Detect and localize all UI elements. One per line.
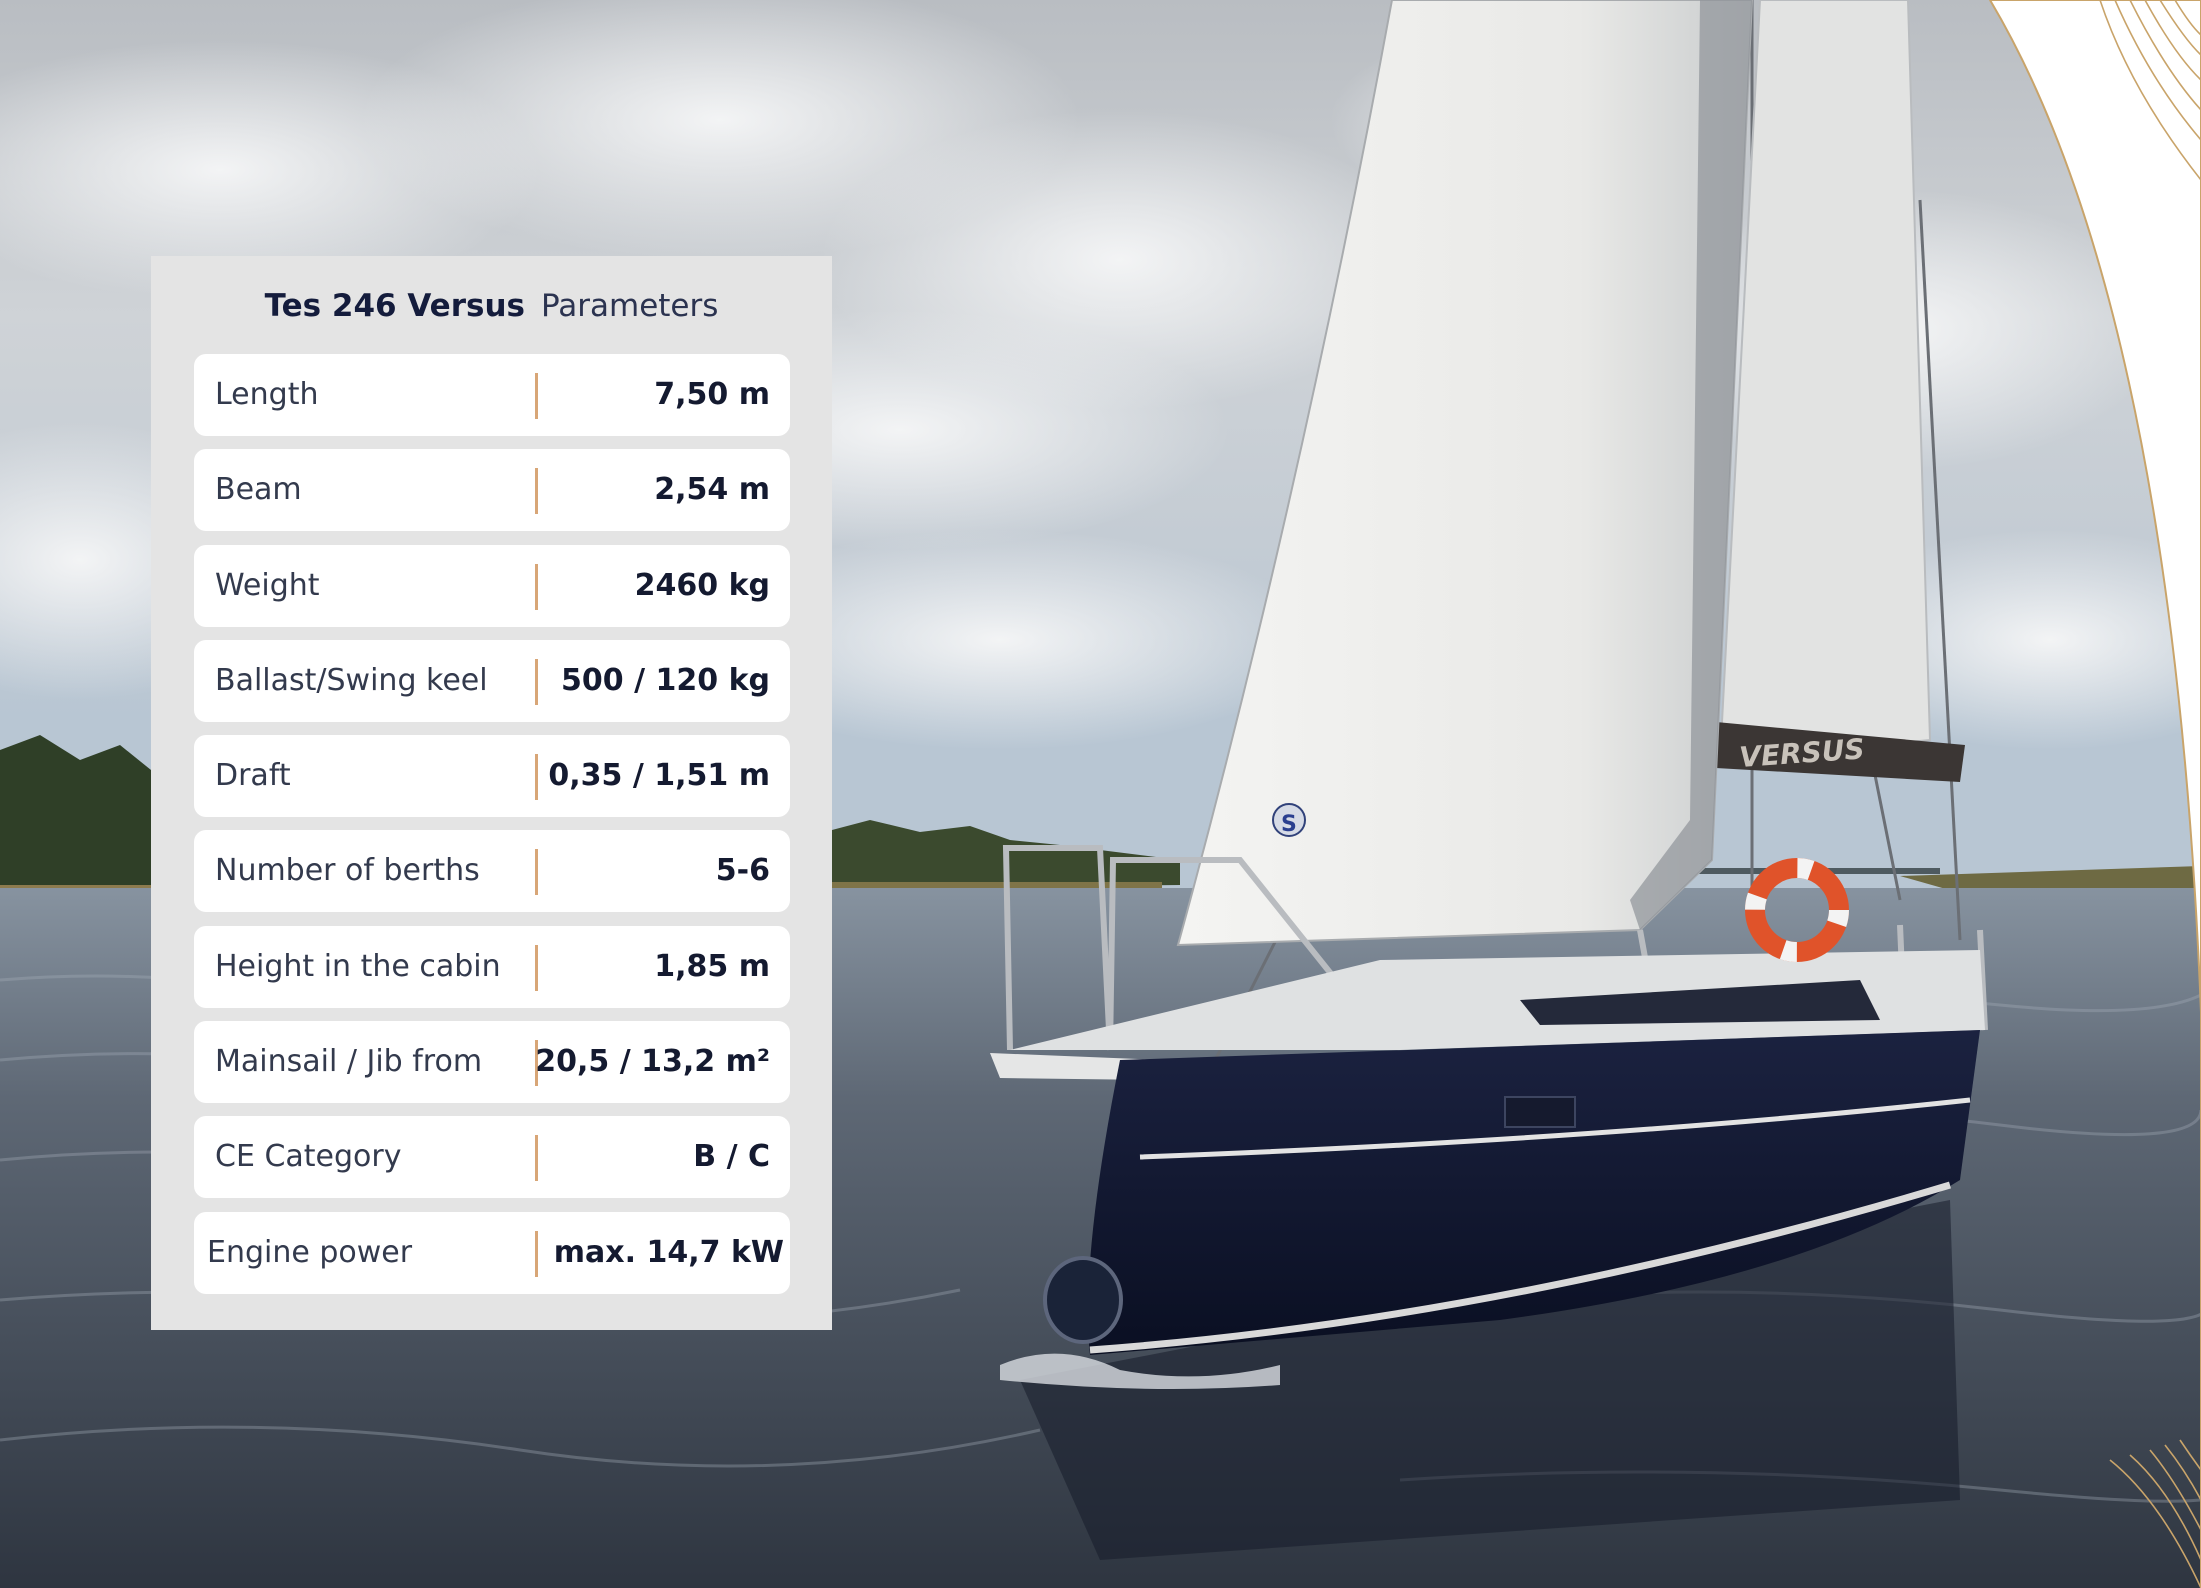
spec-divider — [535, 468, 538, 515]
spec-divider — [535, 944, 538, 991]
spec-row-cabin-height: Height in the cabin 1,85 m — [194, 925, 790, 1008]
spec-divider — [535, 658, 538, 705]
spec-label: Length — [215, 377, 319, 412]
spec-value: 5-6 — [715, 853, 770, 889]
spec-value: 20,5 / 13,2 m² — [535, 1044, 770, 1080]
spec-value: 0,35 / 1,51 m — [548, 758, 770, 794]
spec-row-draft: Draft 0,35 / 1,51 m — [194, 735, 790, 818]
spec-row-weight: Weight 2460 kg — [194, 544, 790, 627]
spec-card-title: Tes 246 Versus Parameters — [151, 288, 832, 324]
spec-row-sail-area: Mainsail / Jib from 20,5 / 13,2 m² — [194, 1021, 790, 1104]
spec-divider — [535, 373, 538, 419]
model-name: Tes 246 Versus — [264, 288, 525, 324]
bow-fender — [1043, 1256, 1123, 1344]
spec-row-engine-power: Engine power max. 14,7 kW — [194, 1211, 790, 1294]
spec-divider — [535, 1230, 538, 1277]
spec-divider — [535, 754, 538, 801]
spec-label: CE Category — [215, 1139, 402, 1175]
spec-row-ballast: Ballast/Swing keel 500 / 120 kg — [194, 639, 790, 722]
spec-row-beam: Beam 2,54 m — [194, 449, 790, 532]
spec-value: 500 / 120 kg — [561, 662, 770, 698]
spec-label: Mainsail / Jib from — [215, 1044, 483, 1080]
spec-value: B / C — [693, 1139, 770, 1175]
hull-porthole — [1504, 1096, 1576, 1128]
spec-row-ce-category: CE Category B / C — [194, 1116, 790, 1199]
spec-value: 2,54 m — [654, 472, 770, 508]
spec-divider — [535, 563, 538, 610]
spec-label: Draft — [215, 758, 291, 794]
spec-label: Beam — [215, 472, 302, 508]
spec-label: Engine power — [207, 1234, 413, 1270]
spec-divider — [535, 849, 538, 896]
title-suffix: Parameters — [540, 288, 719, 324]
spec-row-length: Length 7,50 m — [194, 354, 790, 436]
spec-label: Weight — [215, 567, 320, 603]
spec-value: 7,50 m — [654, 377, 770, 412]
spec-list: Length 7,50 m Beam 2,54 m Weight 2460 kg… — [194, 354, 790, 1307]
spec-card: Tes 246 Versus Parameters Length 7,50 m B… — [151, 256, 832, 1330]
spec-divider — [535, 1135, 538, 1182]
spec-value: 1,85 m — [654, 948, 770, 984]
sail-logo-letter: S — [1281, 812, 1297, 837]
spec-value: 2460 kg — [634, 567, 770, 603]
spec-value: max. 14,7 kW — [553, 1234, 784, 1270]
spec-label: Number of berths — [215, 853, 480, 889]
spec-label: Ballast/Swing keel — [215, 662, 488, 698]
spec-row-berths: Number of berths 5-6 — [194, 830, 790, 913]
spec-label: Height in the cabin — [215, 948, 501, 984]
